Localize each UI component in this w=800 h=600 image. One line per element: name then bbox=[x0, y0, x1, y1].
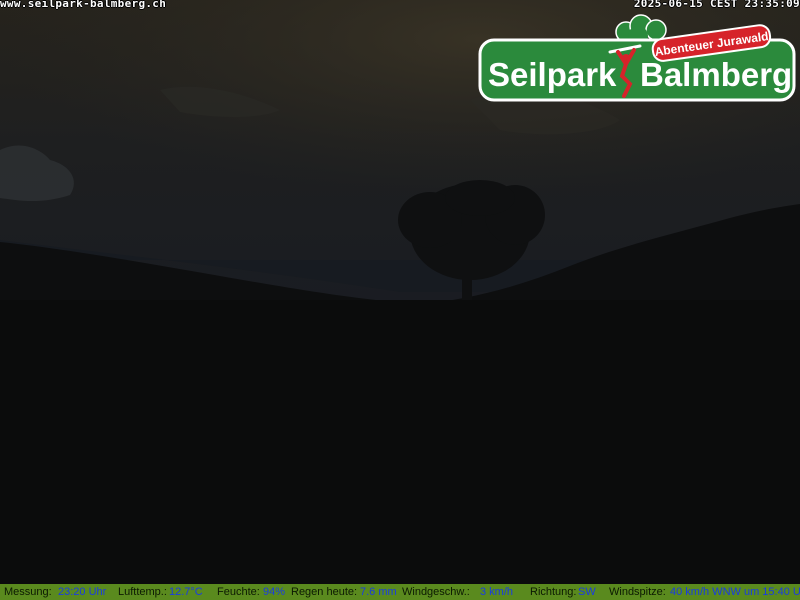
humidity-label: Feuchte: bbox=[217, 586, 260, 598]
rain-value: 7.6 mm bbox=[360, 586, 397, 598]
temperature-label: Lufttemp.: bbox=[118, 586, 167, 598]
wind-direction-value: SW bbox=[578, 586, 596, 598]
rain-label: Regen heute: bbox=[291, 586, 358, 598]
wind-speed-value: 3 km/h bbox=[480, 586, 514, 598]
webcam-frame: www.seilpark-balmberg.ch 2025-06-15 CEST… bbox=[0, 0, 800, 600]
seilpark-logo: Abenteuer Jurawald Seilpark Balmberg bbox=[478, 14, 796, 102]
measurement-value: 23:20 Uhr bbox=[58, 586, 107, 598]
measurement-label: Messung: bbox=[4, 586, 52, 598]
weather-bar: Messung: 23:20 Uhr Lufttemp.: 12.7°C Feu… bbox=[0, 584, 800, 600]
foreground bbox=[0, 300, 800, 584]
webcam-timestamp-overlay: 2025-06-15 CEST 23:35:09 bbox=[633, 0, 800, 10]
wind-gust-value: 40 km/h WNW um 15:40 U bbox=[670, 586, 800, 598]
logo-name-left: Seilpark bbox=[488, 56, 617, 93]
wind-gust-label: Windspitze: bbox=[609, 586, 666, 598]
temperature-value: 12.7°C bbox=[169, 586, 203, 598]
logo-name-right: Balmberg bbox=[640, 56, 792, 93]
humidity-value: 94% bbox=[263, 586, 286, 598]
webcam-url-overlay: www.seilpark-balmberg.ch bbox=[0, 0, 167, 10]
wind-speed-label: Windgeschw.: bbox=[402, 586, 470, 598]
wind-direction-label: Richtung: bbox=[530, 586, 577, 598]
